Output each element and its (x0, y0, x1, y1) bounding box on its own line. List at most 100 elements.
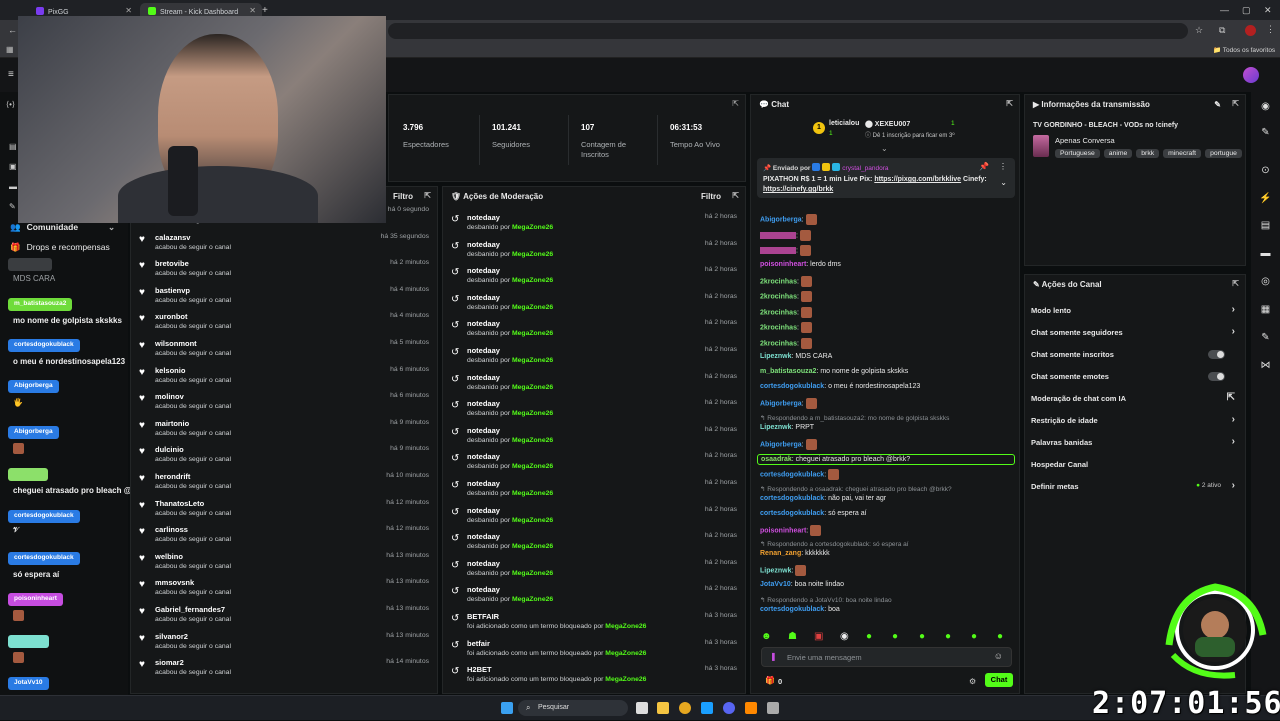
chevron-down-icon[interactable]: ⌄ (1000, 178, 1007, 187)
chat-username[interactable]: Renan_zang (760, 550, 801, 557)
chat-username[interactable]: m_batistasouza2 (760, 368, 816, 375)
bolt-icon[interactable]: ⚡ (1259, 192, 1272, 205)
chat-username[interactable] (760, 247, 796, 254)
moderator-name[interactable]: MegaZone26 (512, 357, 553, 364)
chat-username[interactable]: Abigorberga (760, 441, 802, 448)
chat-username[interactable]: 2krocinhas (760, 309, 797, 316)
moderator-name[interactable]: MegaZone26 (605, 623, 646, 630)
moderation-target[interactable]: notedaay (467, 585, 500, 594)
menu-dots-icon[interactable]: ⋮ (1266, 24, 1275, 35)
extensions-icon[interactable]: ⧉ (1219, 25, 1225, 36)
app-icon[interactable] (767, 702, 779, 714)
channel-action-item[interactable]: Chat somente seguidores › (1031, 323, 1237, 341)
moderation-target[interactable]: notedaay (467, 266, 500, 275)
moderator-name[interactable]: MegaZone26 (512, 277, 553, 284)
pinned-link[interactable]: https://cinefy.gg/brkk (763, 186, 833, 193)
channel-action-item[interactable]: Modo lento › (1031, 301, 1237, 319)
wrench-icon[interactable]: ✎ (9, 202, 16, 211)
moderator-name[interactable]: MegaZone26 (512, 304, 553, 311)
pinned-link[interactable]: https://pixgg.com/brkklive (874, 176, 961, 183)
emote-icon[interactable]: ▣ (814, 631, 823, 642)
popout-icon[interactable]: ⇱ (732, 191, 739, 200)
mic-icon[interactable]: ❚ (770, 652, 777, 661)
moderator-name[interactable]: MegaZone26 (512, 251, 553, 258)
edit-icon[interactable]: ✎ (1259, 126, 1272, 139)
star-icon[interactable]: ☆ (1195, 25, 1203, 36)
moderator-name[interactable]: MegaZone26 (512, 330, 553, 337)
channel-action-item[interactable]: Chat somente emotes (1031, 367, 1237, 385)
camera-icon[interactable]: ⊙ (1259, 164, 1272, 177)
channel-action-item[interactable]: Definir metas › ● 2 ativo (1031, 477, 1237, 495)
chat-username[interactable]: JotaVv10 (760, 581, 791, 588)
emote-icon[interactable]: ◉ (840, 631, 849, 642)
follower-name[interactable]: herondrift (155, 472, 190, 481)
moderator-name[interactable]: MegaZone26 (512, 224, 553, 231)
moderator-name[interactable]: MegaZone26 (512, 410, 553, 417)
tag-chip[interactable]: minecraft (1163, 149, 1202, 158)
tag-chip[interactable]: anime (1103, 149, 1133, 158)
chat-username[interactable] (760, 231, 796, 239)
more-icon[interactable]: ⋮ (999, 162, 1007, 171)
follower-name[interactable]: bastienvp (155, 286, 190, 295)
follower-name[interactable]: Gabriel_fernandes7 (155, 605, 225, 614)
home-icon[interactable]: ▤ (9, 142, 17, 151)
follower-name[interactable]: molinov (155, 392, 184, 401)
settings-icon[interactable]: ⚙ (969, 677, 976, 686)
user-avatar[interactable] (1243, 67, 1259, 83)
channel-action-item[interactable]: Chat somente inscritos (1031, 345, 1237, 363)
back-icon[interactable]: ← (8, 25, 17, 35)
moderation-target[interactable]: notedaay (467, 479, 500, 488)
chat-icon[interactable]: ▣ (9, 162, 17, 171)
steam-icon[interactable] (701, 702, 713, 714)
chat-username[interactable]: Abigorberga (760, 216, 802, 223)
follower-name[interactable]: kelsonio (155, 366, 185, 375)
chat-username[interactable]: calistocavilha (760, 205, 806, 206)
toggle-switch[interactable] (1208, 350, 1225, 359)
emote-icon[interactable]: ● (997, 631, 1003, 642)
follower-name[interactable]: welbino (155, 552, 183, 561)
chat-username[interactable]: cortesdogokublack (760, 510, 824, 517)
moderation-target[interactable]: notedaay (467, 373, 500, 382)
maximize-icon[interactable]: ▢ (1242, 5, 1251, 16)
points-icon[interactable]: 🎁 (765, 676, 775, 685)
chat-username[interactable]: 2krocinhas (760, 293, 797, 300)
hamburger-menu-icon[interactable]: ≡ (8, 69, 14, 80)
chevron-down-icon[interactable]: ⌄ (881, 144, 888, 153)
follower-name[interactable]: bretovibe (155, 259, 189, 268)
moderation-target[interactable]: notedaay (467, 559, 500, 568)
chat-username[interactable]: cortesdogokublack (760, 495, 824, 502)
chat-username[interactable]: Lipeznwk (760, 424, 792, 431)
emote-icon[interactable]: ● (945, 631, 951, 642)
moderator-name[interactable]: MegaZone26 (512, 517, 553, 524)
task-view-icon[interactable] (636, 702, 648, 714)
url-field[interactable] (388, 23, 1188, 39)
follower-name[interactable]: dulcinio (155, 445, 184, 454)
discord-icon[interactable] (723, 702, 735, 714)
window-close-icon[interactable]: ✕ (1264, 5, 1272, 16)
channel-action-item[interactable]: Moderação de chat com IA ⇱ (1031, 389, 1237, 407)
emoji-icon[interactable]: ☺ (994, 651, 1003, 661)
emote-icon[interactable]: ☻ (761, 631, 772, 642)
moderation-target[interactable]: notedaay (467, 506, 500, 515)
taskbar-search[interactable]: ⌕ Pesquisar (518, 700, 628, 716)
moderation-target[interactable]: BETFAIR (467, 612, 499, 621)
share-icon[interactable]: ⋈ (1259, 359, 1272, 372)
moderator-name[interactable]: MegaZone26 (512, 490, 553, 497)
follower-name[interactable]: mmsovsnk (155, 578, 194, 587)
apps-icon[interactable]: ▦ (6, 45, 14, 54)
collapse-icon[interactable]: ⟨•⟩ (6, 100, 15, 109)
follower-name[interactable]: mairtonio (155, 419, 189, 428)
moderation-target[interactable]: notedaay (467, 240, 500, 249)
profile-avatar[interactable] (1245, 25, 1256, 36)
channel-action-item[interactable]: Palavras banidas › (1031, 433, 1237, 451)
follower-name[interactable]: calazansv (155, 233, 190, 242)
moderation-target[interactable]: notedaay (467, 319, 500, 328)
follower-name[interactable]: xuronbot (155, 312, 188, 321)
new-tab-icon[interactable]: + (262, 5, 268, 16)
emote-icon[interactable]: ● (866, 631, 872, 642)
chrome-icon[interactable] (679, 702, 691, 714)
popout-icon[interactable]: ⇱ (1232, 99, 1239, 108)
popout-icon[interactable]: ⇱ (732, 99, 739, 108)
moderator-name[interactable]: MegaZone26 (605, 650, 646, 657)
channel-action-item[interactable]: Hospedar Canal (1031, 455, 1237, 473)
